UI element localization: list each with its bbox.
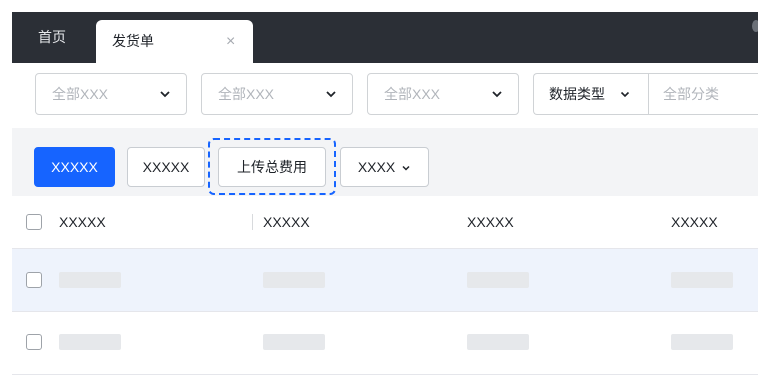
data-type-select[interactable]: 数据类型	[534, 74, 649, 114]
tab-delivery-note[interactable]: 发货单 ×	[96, 20, 253, 63]
table-row[interactable]	[12, 249, 758, 312]
loading-placeholder	[467, 272, 529, 288]
user-avatar-edge[interactable]	[752, 20, 758, 32]
close-icon[interactable]: ×	[226, 20, 235, 63]
column-divider[interactable]	[252, 214, 253, 230]
column-header-2[interactable]: XXXXX	[263, 196, 310, 248]
data-type-filter: 数据类型 全部分类	[533, 73, 758, 115]
tab-delivery-note-label: 发货单	[112, 33, 154, 49]
filter-select-2-placeholder: 全部XXX	[218, 86, 275, 102]
column-header-3[interactable]: XXXXX	[467, 196, 514, 248]
left-margin	[0, 0, 12, 353]
table-row[interactable]	[12, 312, 758, 375]
filter-select-1-placeholder: 全部XXX	[52, 86, 109, 102]
loading-placeholder	[467, 334, 529, 350]
column-header-1[interactable]: XXXXX	[59, 196, 106, 248]
data-table: XXXXX XXXXX XXXXX XXXXX	[12, 196, 758, 375]
loading-placeholder	[59, 334, 121, 350]
table-header: XXXXX XXXXX XXXXX XXXXX	[12, 196, 758, 249]
chevron-down-icon	[160, 91, 170, 98]
tab-home[interactable]: 首页	[38, 12, 66, 63]
loading-placeholder	[671, 334, 733, 350]
filter-select-1[interactable]: 全部XXX	[35, 73, 187, 115]
chevron-down-icon	[620, 91, 630, 98]
loading-placeholder	[263, 334, 325, 350]
secondary-action-button[interactable]: XXXXX	[127, 147, 205, 187]
filter-bar: 全部XXX 全部XXX 全部XXX 数据类型 全部分类	[12, 63, 758, 128]
loading-placeholder	[671, 272, 733, 288]
chevron-down-icon	[492, 91, 502, 98]
loading-placeholder	[59, 272, 121, 288]
more-actions-dropdown[interactable]: XXXX	[340, 147, 429, 187]
data-type-label: 数据类型	[549, 86, 605, 102]
chevron-down-icon	[402, 166, 410, 171]
chevron-down-icon	[326, 91, 336, 98]
filter-select-3[interactable]: 全部XXX	[367, 73, 519, 115]
tab-bar: 首页 发货单 ×	[12, 12, 758, 63]
filter-select-3-placeholder: 全部XXX	[384, 86, 441, 102]
row-checkbox[interactable]	[26, 334, 42, 350]
more-actions-label: XXXX	[357, 159, 396, 175]
filter-select-2[interactable]: 全部XXX	[201, 73, 353, 115]
column-header-4[interactable]: XXXXX	[671, 196, 718, 248]
row-checkbox[interactable]	[26, 272, 42, 288]
category-select[interactable]: 全部分类	[663, 74, 719, 114]
select-all-checkbox[interactable]	[26, 214, 42, 230]
loading-placeholder	[263, 272, 325, 288]
primary-action-button[interactable]: XXXXX	[34, 147, 115, 187]
upload-total-cost-button[interactable]: 上传总费用	[218, 147, 326, 187]
